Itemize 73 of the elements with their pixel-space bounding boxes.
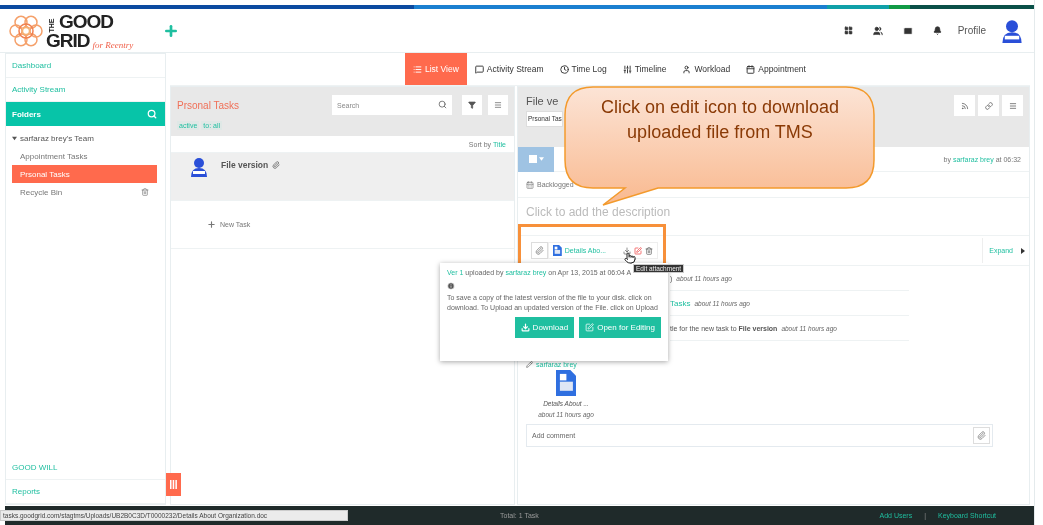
document-icon	[553, 245, 562, 256]
info-icon	[447, 282, 455, 290]
link-button[interactable]	[978, 95, 999, 116]
task-title: File ve	[526, 95, 560, 107]
sidebar-link[interactable]: Dashboard	[6, 54, 165, 78]
team-label[interactable]: sarfaraz brey's Team	[20, 134, 94, 143]
menu-icon	[1008, 101, 1017, 110]
filter-button[interactable]	[462, 95, 482, 115]
attach-button[interactable]	[973, 427, 990, 444]
users-icon[interactable]	[872, 25, 883, 36]
calendar-icon	[526, 180, 534, 189]
filter-icon	[468, 101, 476, 109]
paperclip-icon	[977, 431, 986, 440]
list-icon	[413, 64, 422, 74]
download-icon	[520, 323, 530, 333]
view-tab[interactable]: Appointment	[738, 53, 814, 85]
link-icon	[984, 101, 993, 110]
view-tab[interactable]: Workload	[674, 53, 739, 85]
bars-icon	[170, 480, 177, 489]
view-tab[interactable]: List View	[405, 53, 467, 85]
logo-tagline: for Reentry	[92, 40, 134, 50]
folders-label: Folders	[12, 109, 41, 119]
search-icon[interactable]	[147, 109, 157, 119]
logo-text: GOOD	[59, 11, 114, 31]
view-tab[interactable]: Time Log	[551, 53, 615, 85]
task-row[interactable]: File version	[171, 153, 514, 201]
profile-link[interactable]: Profile	[957, 25, 986, 36]
view-tab[interactable]: Timeline	[614, 53, 675, 85]
search-icon	[438, 100, 447, 109]
menu-button[interactable]	[1002, 95, 1023, 116]
menu-icon	[494, 101, 502, 109]
edit-icon[interactable]	[634, 246, 643, 255]
bell-icon[interactable]	[932, 26, 942, 35]
trash-icon[interactable]	[645, 246, 654, 255]
plus-icon	[207, 220, 216, 229]
menu-button[interactable]	[488, 95, 508, 115]
paperclip-icon	[272, 161, 281, 169]
folder-item[interactable]: Appointment Tasks	[12, 147, 157, 165]
sidebar-link[interactable]: Reports	[6, 480, 165, 504]
rss-icon	[960, 101, 969, 110]
grid-icon[interactable]	[843, 26, 853, 35]
user-icon	[682, 64, 692, 74]
list-title: Prsonal Tasks	[177, 99, 241, 111]
paperclip-icon	[535, 246, 544, 255]
rss-button[interactable]	[954, 95, 975, 116]
avatar-icon	[1000, 18, 1024, 43]
resize-handle[interactable]	[166, 473, 181, 496]
clock-icon	[559, 64, 569, 74]
trash-icon[interactable]	[141, 188, 149, 196]
download-button[interactable]: Download	[514, 317, 575, 339]
folder-item[interactable]: Prsonal Tasks	[12, 165, 157, 183]
pencil-icon	[526, 361, 533, 368]
edit-icon	[585, 323, 595, 333]
caret-icon[interactable]	[12, 136, 17, 141]
activity-link[interactable]: Tasks	[670, 298, 691, 308]
calendar-icon	[746, 64, 756, 74]
plus-icon[interactable]	[163, 22, 180, 39]
avatar-icon	[189, 157, 209, 177]
task-title: File version	[221, 160, 281, 170]
caret-icon[interactable]	[1021, 247, 1025, 254]
document-icon	[555, 370, 577, 396]
sidebar-link[interactable]: GOOD WILL	[6, 456, 165, 480]
download-icon[interactable]	[623, 246, 632, 255]
open-editing-button[interactable]: Open for Editing	[579, 317, 661, 339]
callout-text: Click on edit icon to download uploaded file from TMS	[600, 96, 840, 145]
folder-item[interactable]: Recycle Bin	[12, 183, 157, 201]
select-dropdown[interactable]	[518, 146, 554, 172]
sliders-icon	[622, 64, 632, 74]
chat-icon	[474, 64, 484, 74]
attach-button[interactable]	[531, 242, 548, 259]
caret-icon	[538, 157, 544, 161]
mail-icon[interactable]	[902, 25, 913, 36]
view-tab[interactable]: Activity Stream	[466, 53, 552, 85]
